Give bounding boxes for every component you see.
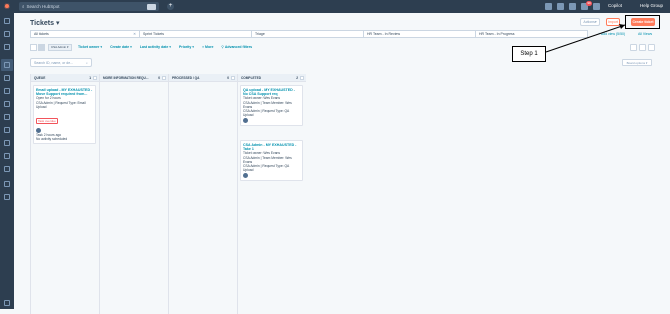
commerce-icon[interactable] [4, 114, 10, 120]
search-icon: ⌕ [22, 4, 25, 9]
tab-triage[interactable]: Triage [251, 30, 364, 38]
global-search-input[interactable]: ⌕ Search HubSpot [19, 2, 159, 11]
quick-create-button[interactable]: + [167, 3, 174, 10]
ticket-card[interactable]: QA upload - MY EXHAUSTED - No CSA Suppor… [240, 85, 303, 126]
page-title[interactable]: Tickets ▾ [30, 19, 59, 27]
column-header: PROCESSED / QA 0 [169, 74, 237, 82]
collapse-sidebar-icon[interactable] [4, 300, 10, 306]
overdue-badge: Task overdue [36, 117, 58, 124]
apps-icon[interactable] [4, 194, 10, 200]
notification-badge: 99 [586, 1, 592, 6]
search-icon: ⌕ [86, 60, 88, 65]
save-view-icon[interactable] [648, 44, 655, 51]
ticket-title[interactable]: Email upload - MY EXHAUSTED - Move Suppo… [36, 88, 93, 96]
filter-last-activity-date[interactable]: Last activity date ▾ [140, 45, 171, 49]
automation-icon[interactable] [4, 140, 10, 146]
collapse-column-icon[interactable] [162, 75, 166, 80]
service-icon[interactable] [4, 127, 10, 133]
board-view-toggle[interactable] [38, 43, 45, 51]
marketing-icon[interactable] [4, 75, 10, 81]
column-header: QUEUE 1 [31, 74, 99, 82]
tab-hr-in-progress[interactable]: HR Team - In Progress [475, 30, 588, 38]
create-ticket-highlight [625, 15, 660, 29]
ticket-team: CSA Admin | Request Type: Email Upload [36, 100, 86, 109]
ticket-team: CSA Admin | Team Member: Wes Evans [243, 100, 292, 109]
column-queue: QUEUE 1 Email upload - MY EXHAUSTED - Mov… [30, 74, 99, 314]
notifications-icon[interactable] [593, 3, 600, 10]
keyboard-shortcut-icon [147, 3, 156, 10]
column-header: COMPLETED 2 [238, 74, 306, 82]
collapse-column-icon[interactable] [300, 75, 304, 80]
chevron-down-icon: ▾ [55, 20, 60, 27]
copilot-button[interactable]: Copilot [608, 3, 622, 8]
collapse-column-icon[interactable] [231, 75, 235, 80]
filter-priority[interactable]: Priority ▾ [179, 45, 194, 49]
ticket-activity: No activity scheduled [36, 136, 68, 141]
reporting-icon[interactable] [4, 153, 10, 159]
tab-all-tickets[interactable]: All tickets ✕ [30, 30, 140, 38]
filter-ticket-owner[interactable]: Ticket owner ▾ [78, 45, 102, 49]
help-icon[interactable] [569, 3, 576, 10]
ticket-title[interactable]: QA upload - MY EXHAUSTED - No CSA Suppor… [243, 88, 300, 96]
hubspot-logo-icon[interactable]: ✹ [0, 0, 14, 13]
dashboard-icon[interactable] [4, 44, 10, 50]
bookmark-icon[interactable] [4, 31, 10, 37]
main-content: Tickets ▾ Actions ▾ Import Create ticket… [14, 13, 670, 314]
content-icon[interactable] [4, 88, 10, 94]
ticket-request-type: CSA Admin | Request Type: QA Upload [243, 108, 290, 117]
all-views-link[interactable]: All Views [638, 32, 652, 36]
top-navigation-bar: ✹ ⌕ Search HubSpot + 99 Copilot Help Gro… [0, 0, 670, 13]
close-icon[interactable]: ✕ [133, 32, 136, 36]
crm-icon[interactable] [4, 62, 10, 68]
tab-sprint-tickets[interactable]: Sprint Tickets [139, 30, 252, 38]
column-header: MORE INFORMATION REQU... 0 [100, 74, 168, 82]
column-completed: COMPLETED 2 QA upload - MY EXHAUSTED - No… [237, 74, 306, 314]
calling-icon[interactable] [545, 3, 552, 10]
avatar [243, 117, 248, 123]
column-processed-qa: PROCESSED / QA 0 [168, 74, 237, 314]
filter-create-date[interactable]: Create date ▾ [110, 45, 132, 49]
step-annotation-box: Step 1 [512, 46, 546, 62]
left-sidebar [0, 13, 14, 309]
account-menu[interactable]: Help Group [640, 3, 663, 8]
library-icon[interactable] [4, 181, 10, 187]
ticket-title[interactable]: CSA Admin - MY EXHAUSTED - Take 1 [243, 143, 300, 151]
board-options-button[interactable]: Board options ▾ [622, 59, 652, 66]
data-icon[interactable] [4, 166, 10, 172]
pipeline-select[interactable]: CSA Admin ▾ [48, 43, 72, 51]
ticket-card[interactable]: Email upload - MY EXHAUSTED - Move Suppo… [33, 85, 96, 144]
advanced-filters-button[interactable]: ⚲ Advanced filters [221, 45, 252, 49]
import-button[interactable]: Import [606, 18, 620, 26]
filter-more[interactable]: ≡ More [202, 45, 213, 49]
filter-bar: CSA Admin ▾ Ticket owner ▾ Create date ▾… [30, 43, 260, 51]
add-view-link[interactable]: + Add view (5/50) [598, 32, 625, 36]
ticket-request-type: CSA Admin | Request Type: QA Upload [243, 163, 290, 172]
ticket-team: CSA Admin | Team Member: Wes Evans [243, 155, 292, 164]
sales-icon[interactable] [4, 101, 10, 107]
board-search-input[interactable]: Search ID, name, or de... ⌕ [30, 58, 92, 67]
collapse-column-icon[interactable] [93, 75, 97, 80]
more-options-icon[interactable] [630, 44, 637, 51]
tab-hr-in-review[interactable]: HR Team - In Review [363, 30, 476, 38]
view-tabs: All tickets ✕ Sprint Tickets Triage HR Te… [30, 30, 640, 38]
search-placeholder: Search HubSpot [26, 4, 60, 9]
avatar [243, 172, 248, 178]
view-options-group [630, 44, 655, 51]
marketplace-icon[interactable] [557, 3, 564, 10]
copy-icon[interactable] [639, 44, 646, 51]
home-icon[interactable] [4, 18, 10, 24]
column-more-info: MORE INFORMATION REQU... 0 [99, 74, 168, 314]
actions-button[interactable]: Actions ▾ [580, 18, 600, 26]
list-view-toggle[interactable] [30, 43, 37, 51]
ticket-card[interactable]: CSA Admin - MY EXHAUSTED - Take 1 Ticket… [240, 140, 303, 181]
